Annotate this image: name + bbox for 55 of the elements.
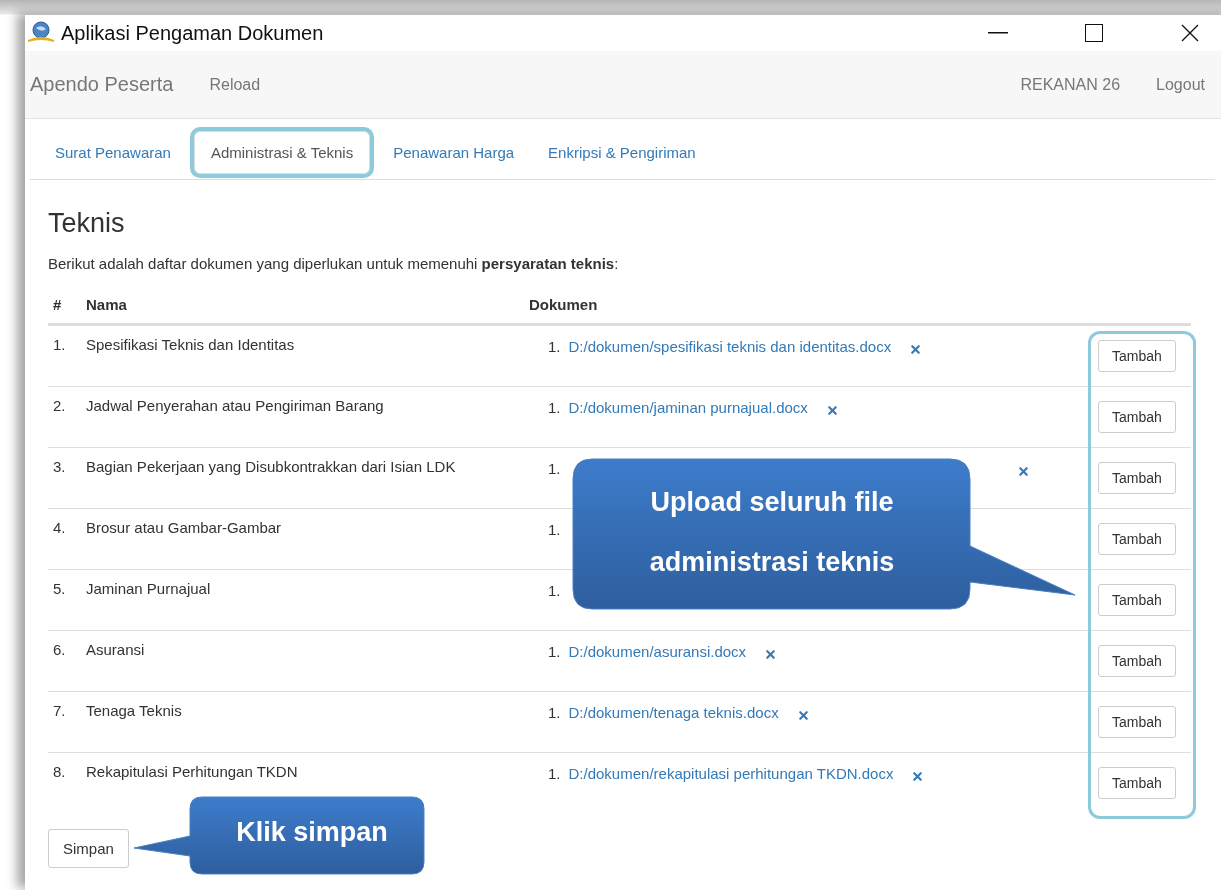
requirement-name: Asuransi	[81, 630, 524, 691]
remove-icon[interactable]	[825, 404, 839, 417]
requirement-name: Jaminan Purnajual	[81, 569, 524, 630]
remove-icon[interactable]	[1016, 465, 1030, 478]
add-button[interactable]: Tambah	[1098, 645, 1176, 677]
row-number: 8.	[48, 752, 81, 813]
add-button[interactable]: Tambah	[1098, 767, 1176, 799]
row-number: 5.	[48, 569, 81, 630]
column-header: Dokumen	[524, 288, 1090, 325]
remove-icon[interactable]	[909, 343, 923, 356]
requirement-name: Bagian Pekerjaan yang Disubkontrakkan dari Isian LDK	[81, 447, 524, 508]
column-header: #	[48, 288, 81, 325]
add-button[interactable]: Tambah	[1098, 523, 1176, 555]
remove-icon[interactable]	[764, 648, 778, 661]
row-number: 3.	[48, 447, 81, 508]
row-number: 4.	[48, 508, 81, 569]
row-number: 1.	[48, 325, 81, 386]
row-number: 6.	[48, 630, 81, 691]
add-button[interactable]: Tambah	[1098, 706, 1176, 738]
row-number: 2.	[48, 386, 81, 447]
column-header: Nama	[81, 288, 524, 325]
document-number: 1.	[548, 460, 561, 477]
document-number: 1.	[548, 338, 561, 355]
document-number: 1.	[548, 643, 561, 660]
callout-bubble: Klik simpan	[132, 796, 426, 876]
add-button[interactable]: Tambah	[1098, 462, 1176, 494]
file-link[interactable]: D:/dokumen/jaminan purnajual.docx	[568, 399, 808, 416]
app-brand[interactable]: Apendo Peserta	[30, 73, 174, 96]
document-number: 1.	[548, 521, 561, 538]
document-number: 1.	[548, 399, 561, 416]
requirement-name: Brosur atau Gambar-Gambar	[81, 508, 524, 569]
row-number: 7.	[48, 691, 81, 752]
document-number: 1.	[548, 582, 561, 599]
window-title: Aplikasi Pengaman Dokumen	[61, 21, 325, 45]
file-link[interactable]: D:/dokumen/tenaga teknis.docx	[568, 704, 779, 721]
nav-link[interactable]: Reload	[209, 75, 261, 94]
file-link[interactable]: D:/dokumen/spesifikasi teknis dan identitas.docx	[568, 338, 892, 355]
requirement-name: Spesifikasi Teknis dan Identitas	[81, 325, 524, 386]
save-button[interactable]: Simpan	[48, 829, 129, 868]
file-link[interactable]: D:/dokumen/asuransi.docx	[568, 643, 747, 660]
callout-bubble: Upload seluruh file administrasi teknis	[572, 458, 1078, 612]
requirement-name: Jadwal Penyerahan atau Pengiriman Barang	[81, 386, 524, 447]
remove-icon[interactable]	[911, 770, 925, 783]
user-name[interactable]: REKANAN 26	[1020, 75, 1121, 94]
add-button[interactable]: Tambah	[1098, 340, 1176, 372]
section-title: Teknis	[48, 208, 126, 239]
document-number: 1.	[548, 765, 561, 782]
requirement-name: Tenaga Teknis	[81, 691, 524, 752]
document-number: 1.	[548, 704, 561, 721]
logout-link[interactable]: Logout	[1156, 75, 1205, 94]
add-button[interactable]: Tambah	[1098, 401, 1176, 433]
remove-icon[interactable]	[796, 709, 810, 722]
section-description: Berikut adalah daftar dokumen yang diperlukan untuk memenuhi persyaratan teknis:	[48, 255, 620, 272]
add-button[interactable]: Tambah	[1098, 584, 1176, 616]
file-link[interactable]: D:/dokumen/rekapitulasi perhitungan TKDN.docx	[568, 765, 894, 782]
